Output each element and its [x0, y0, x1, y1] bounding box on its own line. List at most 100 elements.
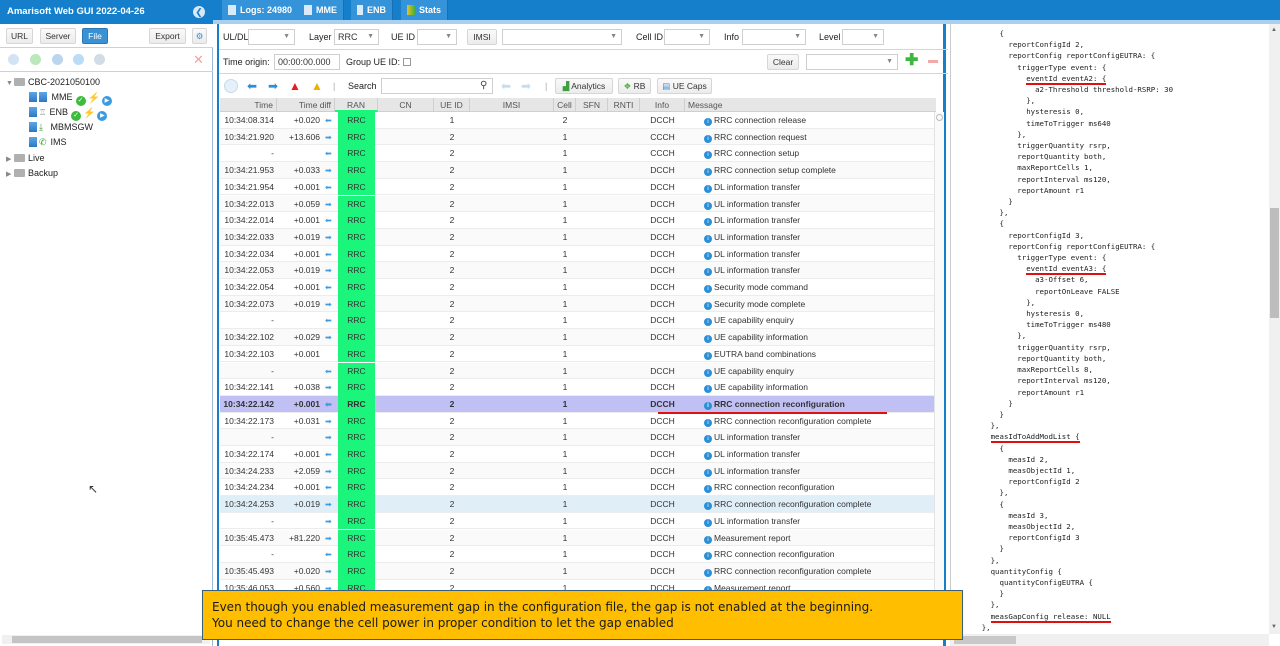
search-input[interactable]	[381, 78, 493, 94]
detail-horizontal-scrollbar[interactable]	[950, 634, 1269, 646]
info-icon[interactable]: i	[704, 318, 712, 327]
tree-item-live[interactable]: ▶ Live	[6, 151, 45, 165]
table-row[interactable]: 10:34:22.054 +0.001 ⬅ RRC 2 1 DCCH i Security mo…	[220, 279, 936, 296]
info-icon[interactable]: i	[704, 285, 712, 293]
info-icon[interactable]: i	[704, 385, 712, 394]
table-row[interactable]: 10:34:24.234 +0.001 ⬅ RRC 2 1 DCCH i RRC connect…	[220, 479, 936, 497]
tab-enb[interactable]: ENB	[351, 0, 394, 20]
table-row[interactable]: 10:34:21.954 +0.001 ⬅ RRC 2 1 DCCH i DL informat…	[220, 178, 936, 196]
table-row[interactable]: 10:35:45.473 +81.220 ➡ RRC 2 1 DCCH i Measuremen…	[220, 529, 936, 547]
col-ran[interactable]: RAN	[335, 98, 378, 112]
info-icon[interactable]: i	[704, 234, 712, 243]
refresh-icon[interactable]	[52, 54, 63, 65]
table-row[interactable]: 10:34:21.920 +13.606 ➡ RRC 2 1 CCCH i RRC connec…	[220, 128, 936, 146]
ueid-select[interactable]: ▼	[417, 29, 457, 45]
info-select[interactable]: ▼	[742, 29, 806, 45]
arrow-right-icon[interactable]: ➡	[266, 79, 280, 93]
info-icon[interactable]: i	[704, 118, 712, 126]
tab-stats[interactable]: Stats	[401, 0, 449, 20]
error-icon[interactable]: ▲	[288, 79, 302, 93]
detail-vertical-scrollbar[interactable]: ▲ ▼	[1269, 24, 1280, 634]
info-icon[interactable]: i	[704, 268, 712, 277]
col-time-diff[interactable]: Time diff	[277, 98, 335, 112]
col-imsi[interactable]: IMSI	[470, 98, 554, 112]
col-sfn[interactable]: SFN	[576, 98, 608, 112]
info-icon[interactable]: i	[704, 485, 712, 494]
col-time[interactable]: Time	[220, 98, 277, 112]
info-icon[interactable]: i	[704, 351, 712, 360]
info-icon[interactable]: i	[704, 535, 712, 544]
tree-item-mme[interactable]: MME ✓ ⚡ ▶	[29, 90, 112, 106]
server-button[interactable]: Server	[40, 28, 76, 44]
table-row[interactable]: 10:34:22.073 +0.019 ➡ RRC 2 1 DCCH i Security mo…	[220, 295, 936, 313]
col-cell[interactable]: Cell	[554, 98, 576, 112]
rb-button[interactable]: ❖ RB	[618, 78, 651, 94]
search-prev-icon[interactable]: ⬅	[501, 79, 515, 93]
info-icon[interactable]: i	[704, 468, 712, 477]
info-icon[interactable]: i	[704, 168, 712, 177]
add-icon[interactable]: ✚	[905, 53, 918, 69]
expand-icon[interactable]: ▶	[6, 153, 14, 167]
arrow-left-icon[interactable]: ⬅	[245, 79, 259, 93]
info-icon[interactable]: i	[704, 151, 712, 160]
tree-item-backup[interactable]: ▶ Backup	[6, 166, 58, 180]
tree-item-mbmsgw[interactable]: ⤓ MBMSGW	[29, 120, 93, 134]
scrollbar-thumb[interactable]	[1270, 208, 1279, 318]
info-icon[interactable]: i	[704, 201, 712, 210]
scroll-up-icon[interactable]	[936, 114, 943, 121]
scrollbar-thumb[interactable]	[12, 636, 202, 643]
info-icon[interactable]: i	[704, 335, 712, 344]
clear-button[interactable]: Clear	[767, 54, 799, 70]
table-row[interactable]: 10:34:08.314 +0.020 ⬅ RRC 1 2 DCCH i RRC connect…	[220, 112, 936, 129]
tab-mme[interactable]: MME	[298, 0, 344, 20]
info-icon[interactable]: i	[704, 502, 712, 511]
tree-item-cbc[interactable]: ▼ CBC-2021050100	[6, 75, 100, 89]
url-button[interactable]: URL	[6, 28, 33, 44]
time-origin-input[interactable]: 00:00:00.000	[274, 54, 340, 70]
info-icon[interactable]: i	[704, 568, 712, 577]
info-icon[interactable]: i	[704, 184, 712, 193]
preset-select[interactable]: ▼	[806, 54, 898, 70]
log-vertical-scrollbar[interactable]	[934, 112, 944, 590]
imsi-button[interactable]: IMSI	[467, 29, 497, 45]
export-button[interactable]: Export	[149, 28, 186, 44]
level-select[interactable]: ▼	[842, 29, 884, 45]
table-row[interactable]: 10:34:22.053 +0.019 ➡ RRC 2 1 DCCH i UL informat…	[220, 262, 936, 279]
info-icon[interactable]: i	[704, 552, 712, 561]
tab-logs[interactable]: Logs: 24980	[222, 0, 300, 20]
table-row[interactable]: 10:34:21.953 +0.033 ➡ RRC 2 1 DCCH i RRC connect…	[220, 162, 936, 179]
info-icon[interactable]: i	[704, 418, 712, 427]
table-row[interactable]: 10:35:45.493 +0.020 ➡ RRC 2 1 DCCH i RRC connect…	[220, 562, 936, 580]
table-row[interactable]: 10:34:24.253 +0.019 ➡ RRC 2 1 DCCH i RRC connect…	[220, 496, 936, 513]
info-icon[interactable]: i	[704, 435, 712, 444]
imsi-select[interactable]: ▼	[502, 29, 622, 45]
info-icon[interactable]: i	[704, 218, 712, 227]
table-row[interactable]: 10:34:22.174 +0.001 ⬅ RRC 2 1 DCCH i DL informat…	[220, 446, 936, 463]
info-icon[interactable]: i	[704, 401, 712, 410]
info-icon[interactable]: i	[704, 518, 712, 527]
table-row[interactable]: - ⬅ RRC 2 1 DCCH i UE capability enquiry	[220, 362, 936, 380]
expand-icon[interactable]: ▼	[6, 77, 14, 91]
table-row[interactable]: 10:34:22.102 +0.029 ➡ RRC 2 1 DCCH i UE capabili…	[220, 329, 936, 346]
table-row[interactable]: - ⬅ RRC 2 1 CCCH i RRC connection setup	[220, 145, 936, 163]
play-icon[interactable]: ▶	[97, 111, 108, 121]
connect-icon[interactable]: ⚙	[192, 28, 207, 44]
info-icon[interactable]: i	[704, 251, 712, 260]
table-row[interactable]: 10:34:22.142 +0.001 ⬅ RRC 2 1 DCCH i RRC connect…	[220, 395, 936, 413]
table-row[interactable]: 10:34:22.103 +0.001 RRC 2 1 i EUTRA band combi…	[220, 345, 936, 363]
table-row[interactable]: 10:34:22.014 +0.001 ⬅ RRC 2 1 DCCH i DL informat…	[220, 212, 936, 229]
scroll-up-icon[interactable]: ▲	[1271, 27, 1277, 33]
group-ueid-checkbox[interactable]	[403, 58, 411, 66]
table-row[interactable]: 10:35:46.053 +0.560 ➡ RRC 2 1 DCCH i Measurement…	[220, 579, 936, 590]
edit-icon[interactable]	[8, 54, 19, 65]
col-rnti[interactable]: RNTI	[608, 98, 640, 112]
col-cn[interactable]: CN	[378, 98, 434, 112]
col-message[interactable]: Message	[685, 98, 936, 112]
table-row[interactable]: - ➡ RRC 2 1 DCCH i UL information transfer	[220, 429, 936, 446]
info-icon[interactable]: i	[704, 301, 712, 310]
tree-item-ims[interactable]: ✆ IMS	[29, 135, 67, 149]
col-info[interactable]: Info	[640, 98, 685, 112]
collapse-panel-button[interactable]: ❮	[193, 6, 205, 18]
uecaps-button[interactable]: ▤ UE Caps	[657, 78, 712, 94]
col-ueid[interactable]: UE ID	[434, 98, 470, 112]
